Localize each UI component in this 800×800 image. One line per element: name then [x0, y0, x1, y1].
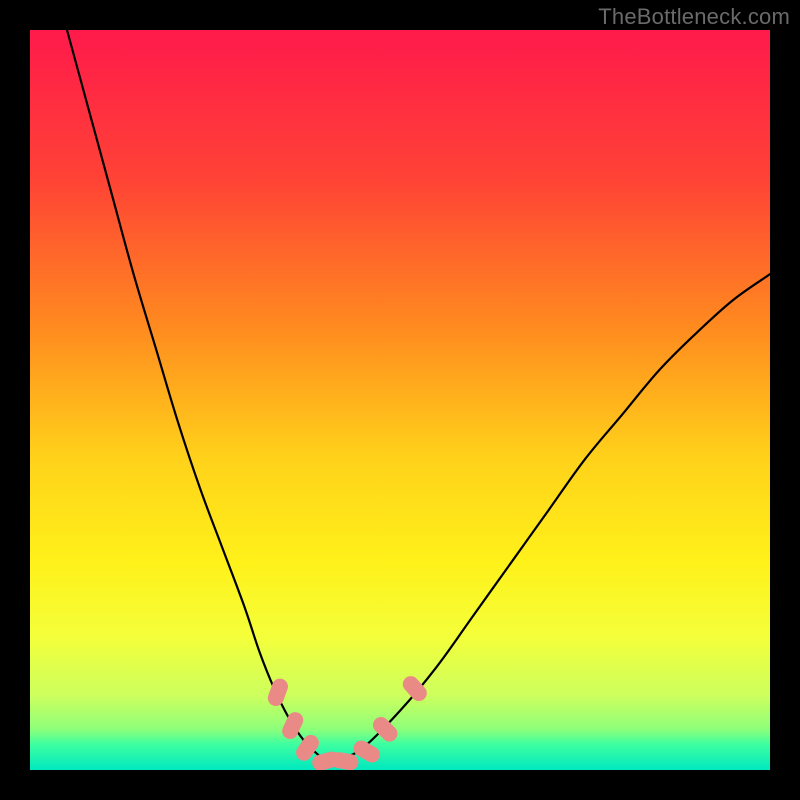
chart-frame: TheBottleneck.com: [0, 0, 800, 800]
chart-svg: [30, 30, 770, 770]
watermark-text: TheBottleneck.com: [598, 4, 790, 30]
plot-area: [30, 30, 770, 770]
